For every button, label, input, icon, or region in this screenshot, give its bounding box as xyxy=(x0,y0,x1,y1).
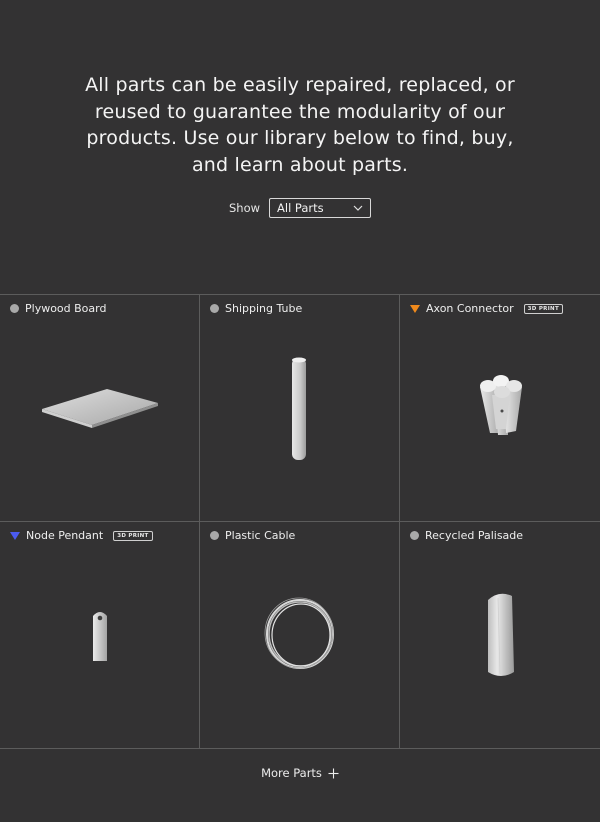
part-card-plastic-cable[interactable]: Plastic Cable xyxy=(200,522,400,749)
part-card-plywood-board[interactable]: Plywood Board xyxy=(0,295,200,522)
part-card-node-pendant[interactable]: Node Pendant 3D PRINT xyxy=(0,522,200,749)
intro-text: All parts can be easily repaired, replac… xyxy=(0,72,600,178)
plastic-cable-image xyxy=(264,597,334,669)
shipping-tube-image xyxy=(292,357,306,460)
intro-line-1: All parts can be easily repaired, replac… xyxy=(85,74,515,96)
chevron-down-icon xyxy=(353,205,363,211)
part-card-recycled-palisade[interactable]: Recycled Palisade xyxy=(400,522,600,749)
recycled-palisade-image xyxy=(488,593,514,676)
plywood-board-image xyxy=(42,389,158,428)
node-pendant-image xyxy=(93,612,107,661)
part-card-shipping-tube[interactable]: Shipping Tube xyxy=(200,295,400,522)
more-parts-label: More Parts xyxy=(261,766,322,780)
more-parts-button[interactable]: More Parts xyxy=(0,766,600,780)
parts-filter-select[interactable]: All Parts xyxy=(269,198,372,218)
part-card-axon-connector[interactable]: Axon Connector 3D PRINT xyxy=(400,295,600,522)
intro-line-4: and learn about parts. xyxy=(191,153,409,176)
intro-line-3: products. Use our library below to find,… xyxy=(86,127,514,149)
filter-label: Show xyxy=(228,201,261,215)
intro-line-2: reused to guarantee the modularity of ou… xyxy=(94,100,506,123)
parts-filter: Show All Parts xyxy=(0,198,600,218)
axon-connector-image xyxy=(480,375,522,435)
filter-selected-value: All Parts xyxy=(277,201,324,215)
parts-grid: Plywood Board Shipping Tube Axon Connect… xyxy=(0,294,600,749)
plus-icon xyxy=(328,768,339,778)
